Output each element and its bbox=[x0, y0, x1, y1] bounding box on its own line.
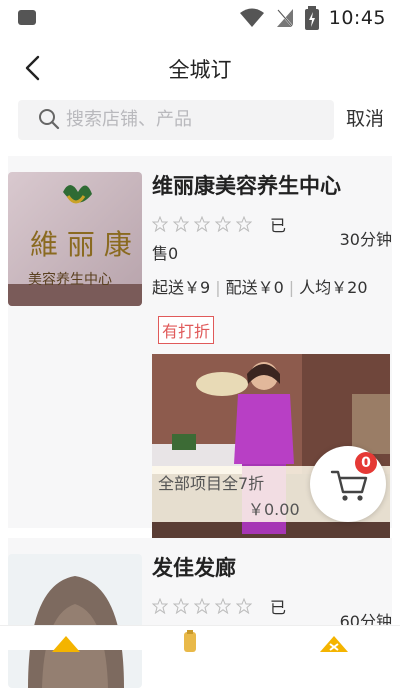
cancel-button[interactable]: 取消 bbox=[346, 104, 384, 131]
clock-time: 10:45 bbox=[328, 7, 386, 29]
wifi-icon bbox=[239, 8, 264, 27]
shop-name[interactable]: 发佳发廊 bbox=[152, 552, 236, 582]
divider: | bbox=[288, 278, 295, 297]
sold-count: 已售0 bbox=[152, 216, 287, 263]
bottom-nav bbox=[0, 625, 400, 652]
sold-count: 已 bbox=[270, 598, 287, 617]
promo-text: 全部项目全7折 bbox=[158, 474, 265, 493]
battery-charging-icon bbox=[304, 6, 319, 30]
divider: | bbox=[215, 278, 221, 297]
search-box[interactable] bbox=[18, 100, 334, 140]
search-icon bbox=[39, 109, 60, 130]
shop-thumbnail[interactable]: 維 丽 康 美容养生中心 bbox=[8, 172, 142, 306]
promo-price: ￥0.00 bbox=[248, 500, 300, 519]
shop-thumbnail[interactable] bbox=[8, 554, 142, 688]
shop-list: 維 丽 康 美容养生中心 维丽康美容养生中心 已售0 30分钟 起送￥9 | 配送￥… bbox=[0, 156, 400, 688]
bottle-icon[interactable] bbox=[178, 630, 202, 652]
cart-count-badge: 0 bbox=[355, 452, 377, 474]
no-signal-icon bbox=[275, 8, 294, 28]
delivery-time: 30分钟 bbox=[339, 230, 392, 249]
page-title: 全城订 bbox=[168, 58, 232, 82]
home-icon[interactable] bbox=[48, 630, 84, 652]
discount-badge: 有打折 bbox=[158, 316, 215, 344]
avg-price: 人均￥20 bbox=[299, 278, 368, 297]
min-order: 起送￥9 bbox=[152, 278, 211, 297]
shop-card[interactable]: 发佳发廊 已 60分钟 bbox=[8, 538, 392, 688]
cart-button[interactable]: 0 bbox=[310, 446, 386, 522]
status-bar: 10:45 bbox=[0, 0, 400, 36]
search-input[interactable] bbox=[66, 104, 326, 134]
header: 全城订 bbox=[0, 46, 400, 90]
app-notification-icon bbox=[18, 10, 36, 25]
fee-info: 起送￥9 | 配送￥0 | 人均￥20 bbox=[152, 274, 368, 298]
delivery-fee: 配送￥0 bbox=[225, 278, 284, 297]
svg-text:美容养生中心: 美容养生中心 bbox=[28, 271, 112, 288]
svg-text:維 丽 康: 維 丽 康 bbox=[30, 228, 132, 261]
profile-icon[interactable] bbox=[316, 630, 352, 652]
shop-name[interactable]: 维丽康美容养生中心 bbox=[152, 170, 341, 200]
search-row: 取消 bbox=[0, 100, 400, 142]
